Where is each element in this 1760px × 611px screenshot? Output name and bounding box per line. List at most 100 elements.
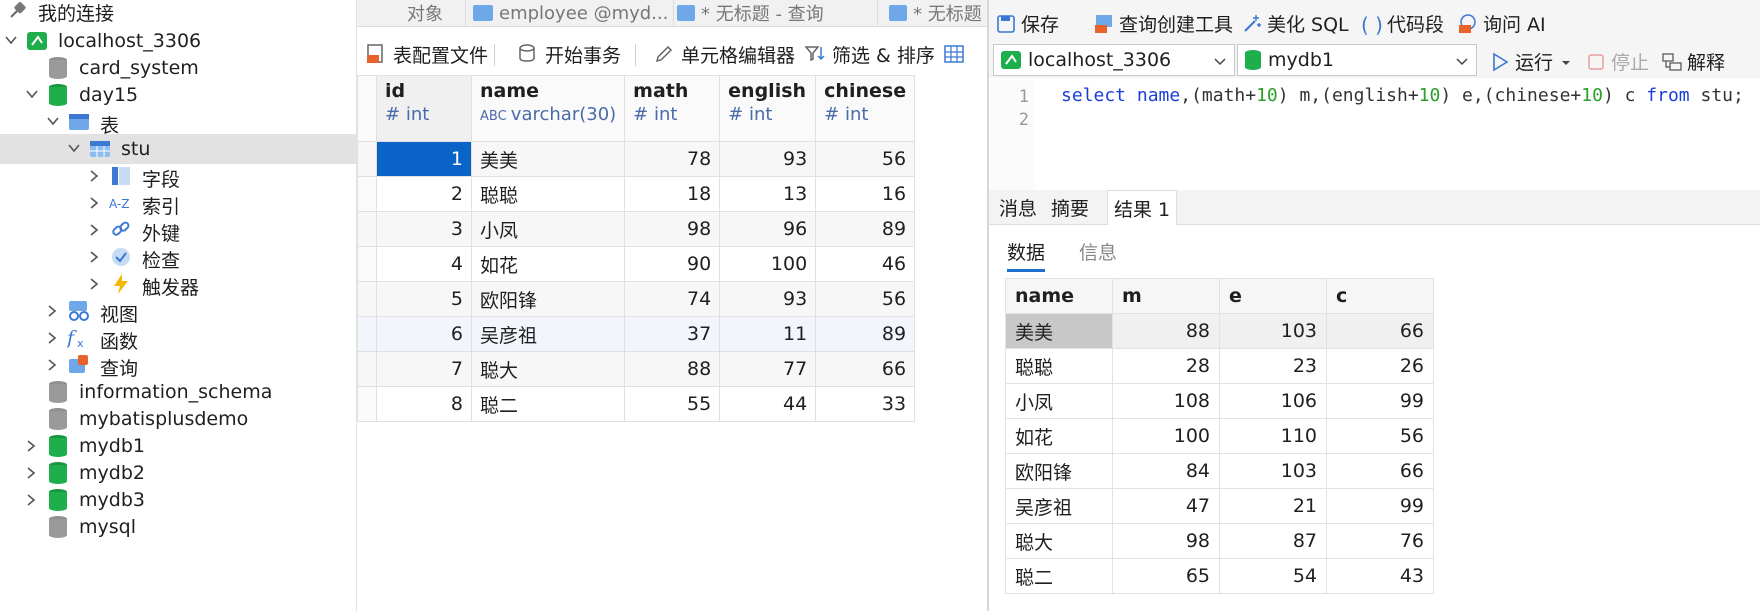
tab-result-1[interactable]: 结果 1	[1107, 190, 1178, 225]
result-cell[interactable]: 98	[1112, 523, 1220, 559]
table-row[interactable]: 4 如花 90 100 46	[357, 246, 916, 282]
result-column-header[interactable]: c	[1326, 278, 1434, 314]
chevron-right-icon[interactable]	[25, 466, 37, 479]
chevron-right-icon[interactable]	[88, 277, 100, 290]
table-cell[interactable]: 33	[815, 386, 916, 422]
result-cell[interactable]: 小凤	[1005, 383, 1113, 419]
result-row[interactable]: 小凤 108 106 99	[1005, 383, 1434, 419]
tree-item[interactable]: mybatisplusdemo	[0, 404, 356, 434]
result-cell[interactable]: 欧阳锋	[1005, 453, 1113, 489]
result-cell[interactable]: 88	[1112, 313, 1220, 349]
result-cell[interactable]: 66	[1326, 453, 1434, 489]
table-cell[interactable]: 89	[815, 316, 916, 352]
tree-item[interactable]: 外键	[0, 215, 356, 245]
table-cell[interactable]: 89	[815, 211, 916, 247]
row-marker[interactable]	[357, 386, 377, 422]
grid-view-button[interactable]	[943, 40, 971, 68]
chevron-right-icon[interactable]	[88, 169, 100, 182]
row-marker[interactable]	[357, 141, 377, 177]
table-cell[interactable]: 6	[376, 316, 472, 352]
subtab-data[interactable]: 数据	[1007, 238, 1046, 272]
table-cell[interactable]: 4	[376, 246, 472, 282]
result-row[interactable]: 美美 88 103 66	[1005, 313, 1434, 349]
result-cell[interactable]: 99	[1326, 383, 1434, 419]
table-cell[interactable]: 98	[624, 211, 721, 247]
table-cell[interactable]: 37	[624, 316, 721, 352]
row-marker[interactable]	[357, 281, 377, 317]
chevron-down-icon[interactable]	[25, 88, 38, 100]
tree-item[interactable]: stu	[0, 134, 356, 164]
tree-item[interactable]: mysql	[0, 512, 356, 542]
code-snippet-button[interactable]: ( ) 代码段	[1361, 10, 1444, 37]
result-row[interactable]: 欧阳锋 84 103 66	[1005, 453, 1434, 489]
table-row[interactable]: 8 聪二 55 44 33	[357, 386, 916, 422]
result-cell[interactable]: 54	[1219, 558, 1327, 594]
table-cell[interactable]: 美美	[470, 141, 626, 177]
result-row[interactable]: 吴彦祖 47 21 99	[1005, 488, 1434, 524]
tab-untitled-query[interactable]: * 无标题 - 查询	[669, 0, 878, 26]
tab-messages[interactable]: 消息	[993, 190, 1043, 224]
tree-item[interactable]: mydb3	[0, 485, 356, 515]
result-cell[interactable]: 84	[1112, 453, 1220, 489]
ask-ai-button[interactable]: 询问 AI	[1457, 10, 1546, 37]
table-cell[interactable]: 96	[719, 211, 817, 247]
table-cell[interactable]: 55	[624, 386, 721, 422]
row-marker[interactable]	[357, 211, 377, 247]
result-cell[interactable]: 聪聪	[1005, 348, 1113, 384]
query-builder-button[interactable]: 查询创建工具	[1093, 10, 1233, 37]
table-cell[interactable]: 46	[815, 246, 916, 282]
result-cell[interactable]: 65	[1112, 558, 1220, 594]
save-button[interactable]: 保存	[995, 10, 1059, 37]
result-column-header[interactable]: e	[1219, 278, 1327, 314]
table-row[interactable]: 2 聪聪 18 13 16	[357, 176, 916, 212]
tree-item[interactable]: mydb1	[0, 431, 356, 461]
table-config-button[interactable]: 表配置文件	[365, 40, 488, 68]
tree-item[interactable]: 表	[0, 107, 356, 137]
table-cell[interactable]: 聪二	[470, 386, 626, 422]
result-cell[interactable]: 23	[1219, 348, 1327, 384]
table-cell[interactable]: 小凤	[470, 211, 626, 247]
result-cell[interactable]: 76	[1326, 523, 1434, 559]
table-cell[interactable]: 66	[815, 351, 916, 387]
tree-item[interactable]: 触发器	[0, 269, 356, 299]
chevron-down-icon[interactable]	[67, 142, 80, 154]
table-row[interactable]: 7 聪大 88 77 66	[357, 351, 916, 387]
chevron-right-icon[interactable]	[88, 196, 100, 209]
chevron-right-icon[interactable]	[46, 331, 58, 344]
tree-item[interactable]: f x 函数	[0, 323, 356, 353]
column-header[interactable]: english # int	[719, 75, 817, 142]
table-cell[interactable]: 100	[719, 246, 817, 282]
table-cell[interactable]: 56	[815, 141, 916, 177]
table-cell[interactable]: 56	[815, 281, 916, 317]
begin-transaction-button[interactable]: 开始事务	[517, 40, 621, 68]
filter-sort-button[interactable]: 筛选 & 排序	[804, 40, 935, 68]
table-cell[interactable]: 16	[815, 176, 916, 212]
chevron-right-icon[interactable]	[88, 223, 100, 236]
table-cell[interactable]: 欧阳锋	[470, 281, 626, 317]
table-cell[interactable]: 93	[719, 141, 817, 177]
column-header[interactable]: name ABC varchar(30)	[470, 75, 626, 142]
table-cell[interactable]: 如花	[470, 246, 626, 282]
result-cell[interactable]: 100	[1112, 418, 1220, 454]
table-cell[interactable]: 74	[624, 281, 721, 317]
result-cell[interactable]: 108	[1112, 383, 1220, 419]
chevron-right-icon[interactable]	[25, 493, 37, 506]
row-marker[interactable]	[357, 316, 377, 352]
table-cell[interactable]: 11	[719, 316, 817, 352]
result-cell[interactable]: 43	[1326, 558, 1434, 594]
result-cell[interactable]: 如花	[1005, 418, 1113, 454]
tree-item[interactable]: day15	[0, 80, 356, 110]
table-cell[interactable]: 8	[376, 386, 472, 422]
tree-item[interactable]: mydb2	[0, 458, 356, 488]
table-cell[interactable]: 18	[624, 176, 721, 212]
explain-button[interactable]: 解释	[1661, 48, 1725, 75]
table-row[interactable]: 6 吴彦祖 37 11 89	[357, 316, 916, 352]
result-cell[interactable]: 110	[1219, 418, 1327, 454]
database-select[interactable]: mydb1	[1237, 44, 1477, 76]
result-cell[interactable]: 56	[1326, 418, 1434, 454]
chevron-right-icon[interactable]	[25, 439, 37, 452]
cell-editor-button[interactable]: 单元格编辑器	[653, 40, 795, 68]
table-row[interactable]: 3 小凤 98 96 89	[357, 211, 916, 247]
table-cell[interactable]: 93	[719, 281, 817, 317]
chevron-right-icon[interactable]	[88, 250, 100, 263]
